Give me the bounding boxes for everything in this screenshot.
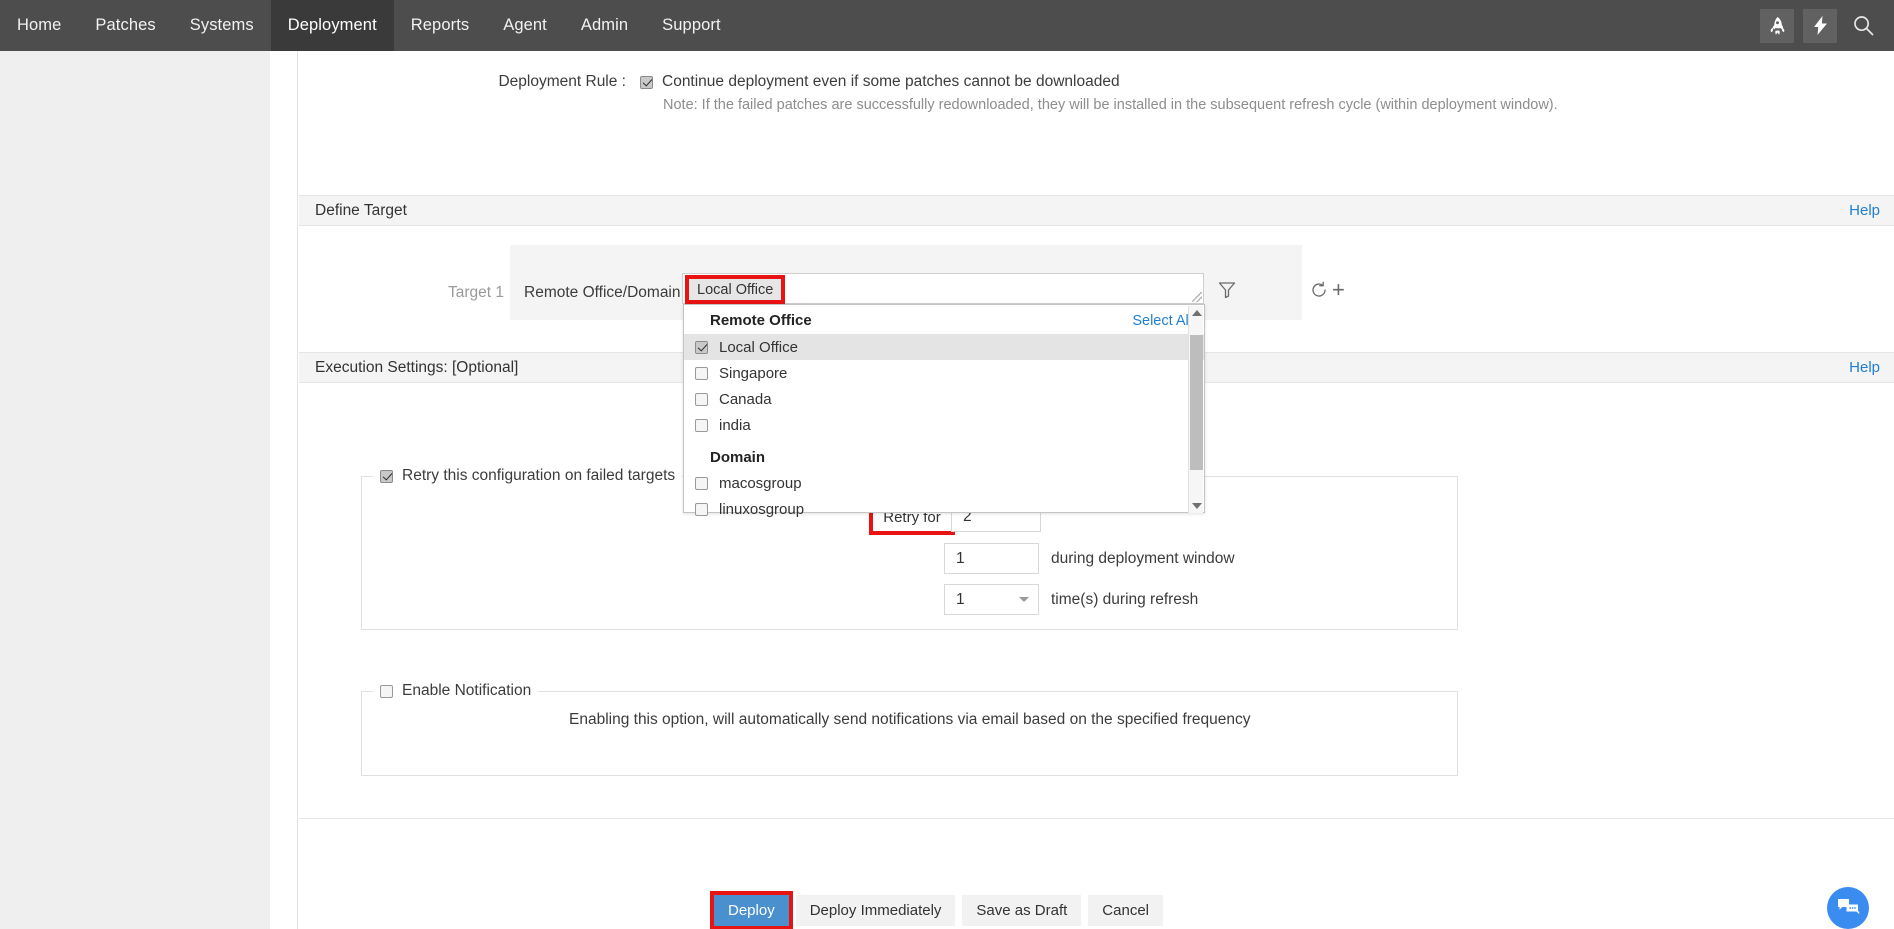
footer-button-row: Deploy Deploy Immediately Save as Draft … <box>714 895 1163 926</box>
dropdown-checkbox-india[interactable] <box>695 419 708 432</box>
dropdown-item-macosgroup[interactable]: macosgroup <box>684 470 1204 496</box>
execution-settings-title: Execution Settings: [Optional] <box>315 359 518 377</box>
target-field-label: Remote Office/Domain <box>524 284 681 302</box>
dropdown-scrollbar[interactable] <box>1188 306 1203 513</box>
filter-icon[interactable] <box>1217 280 1237 305</box>
dropdown-group-label-domain: Domain <box>684 438 1204 470</box>
define-target-section-header: Define Target Help <box>299 195 1894 226</box>
remote-office-domain-dropdown[interactable]: Remote Office Select All Local Office Si… <box>683 304 1205 513</box>
dropdown-checkbox-linuxosgroup[interactable] <box>695 503 708 516</box>
nav-spacer <box>738 0 1760 51</box>
deployment-rule-option-label: Continue deployment even if some patches… <box>662 73 1120 91</box>
deployment-rule-body: Continue deployment even if some patches… <box>640 73 1558 113</box>
nav-item-reports[interactable]: Reports <box>394 0 486 51</box>
retry-config-legend: Retry this configuration on failed targe… <box>373 467 682 485</box>
dropdown-label-singapore: Singapore <box>719 365 787 382</box>
search-icon[interactable] <box>1846 9 1880 43</box>
top-navigation-bar: Home Patches Systems Deployment Reports … <box>0 0 1894 51</box>
enable-notification-label: Enable Notification <box>402 682 531 700</box>
left-white-gutter <box>270 51 298 929</box>
dropdown-group-header-remote-office: Remote Office Select All <box>684 305 1204 334</box>
dropdown-label-linuxosgroup: linuxosgroup <box>719 501 804 518</box>
deployment-window-suffix: during deployment window <box>1051 550 1235 568</box>
nav-item-deployment[interactable]: Deployment <box>271 0 394 51</box>
scroll-up-arrow-icon[interactable] <box>1189 306 1204 320</box>
nav-item-home[interactable]: Home <box>0 0 78 51</box>
scrollbar-thumb[interactable] <box>1190 335 1203 470</box>
target-index-label: Target 1 <box>424 284 504 302</box>
refresh-suffix-label: time(s) during refresh <box>1051 591 1198 609</box>
refresh-icon[interactable] <box>1310 281 1328 304</box>
dropdown-item-india[interactable]: india <box>684 412 1204 438</box>
dropdown-group-label-remote-office: Remote Office <box>710 312 812 329</box>
refresh-count-select[interactable]: 1 <box>944 584 1039 615</box>
chevron-down-icon <box>1019 597 1029 602</box>
dropdown-checkbox-local-office[interactable] <box>695 341 708 354</box>
nav-item-agent[interactable]: Agent <box>486 0 564 51</box>
dropdown-label-canada: Canada <box>719 391 772 408</box>
nav-right-actions <box>1760 0 1894 51</box>
cancel-button[interactable]: Cancel <box>1088 895 1163 926</box>
notification-box <box>361 691 1458 776</box>
resize-grip-icon[interactable] <box>1192 292 1202 302</box>
lightning-icon[interactable] <box>1803 9 1837 43</box>
enable-notification-legend: Enable Notification <box>373 682 538 700</box>
retry-config-checkbox[interactable] <box>380 470 393 483</box>
scroll-down-arrow-icon[interactable] <box>1189 499 1204 513</box>
deployment-rule-option: Continue deployment even if some patches… <box>640 73 1558 91</box>
deploy-button[interactable]: Deploy <box>714 895 789 926</box>
retry-config-label: Retry this configuration on failed targe… <box>402 467 675 485</box>
nav-item-systems[interactable]: Systems <box>173 0 271 51</box>
define-target-help-link[interactable]: Help <box>1849 202 1880 219</box>
deployment-rule-row: Deployment Rule : Continue deployment ev… <box>299 73 1894 113</box>
dropdown-checkbox-singapore[interactable] <box>695 367 708 380</box>
enable-notification-checkbox[interactable] <box>380 685 393 698</box>
deployment-rule-label: Deployment Rule : <box>299 73 626 91</box>
dropdown-item-local-office[interactable]: Local Office <box>684 334 1204 360</box>
define-target-title: Define Target <box>315 202 407 220</box>
add-target-icon[interactable]: + <box>1332 281 1345 299</box>
dropdown-item-singapore[interactable]: Singapore <box>684 360 1204 386</box>
deploy-immediately-button[interactable]: Deploy Immediately <box>796 895 956 926</box>
refresh-count-value: 1 <box>956 591 965 609</box>
nav-item-support[interactable]: Support <box>645 0 738 51</box>
notification-description: Enabling this option, will automatically… <box>569 711 1251 729</box>
dropdown-checkbox-canada[interactable] <box>695 393 708 406</box>
deployment-rule-checkbox[interactable] <box>640 76 653 89</box>
chat-widget-button[interactable] <box>1827 887 1869 929</box>
nav-item-admin[interactable]: Admin <box>564 0 645 51</box>
left-gray-panel <box>0 51 270 929</box>
main-content: Deployment Rule : Continue deployment ev… <box>299 51 1894 929</box>
deployment-rule-note: Note: If the failed patches are successf… <box>663 97 1558 113</box>
nav-item-patches[interactable]: Patches <box>78 0 172 51</box>
target-multiselect-input[interactable]: Local Office <box>682 273 1204 304</box>
retry-window-input[interactable]: 1 <box>944 543 1039 574</box>
dropdown-label-india: india <box>719 417 751 434</box>
dropdown-label-macosgroup: macosgroup <box>719 475 802 492</box>
selected-chip-local-office[interactable]: Local Office <box>689 279 781 300</box>
dropdown-checkbox-macosgroup[interactable] <box>695 477 708 490</box>
dropdown-label-local-office: Local Office <box>719 339 798 356</box>
dropdown-item-linuxosgroup[interactable]: linuxosgroup <box>684 496 1204 522</box>
footer-separator <box>299 818 1894 819</box>
chat-bubbles-icon <box>1836 897 1860 919</box>
dropdown-item-canada[interactable]: Canada <box>684 386 1204 412</box>
rocket-icon[interactable] <box>1760 9 1794 43</box>
save-as-draft-button[interactable]: Save as Draft <box>962 895 1081 926</box>
execution-settings-help-link[interactable]: Help <box>1849 359 1880 376</box>
select-all-link[interactable]: Select All <box>1132 313 1192 329</box>
nav-items: Home Patches Systems Deployment Reports … <box>0 0 738 51</box>
